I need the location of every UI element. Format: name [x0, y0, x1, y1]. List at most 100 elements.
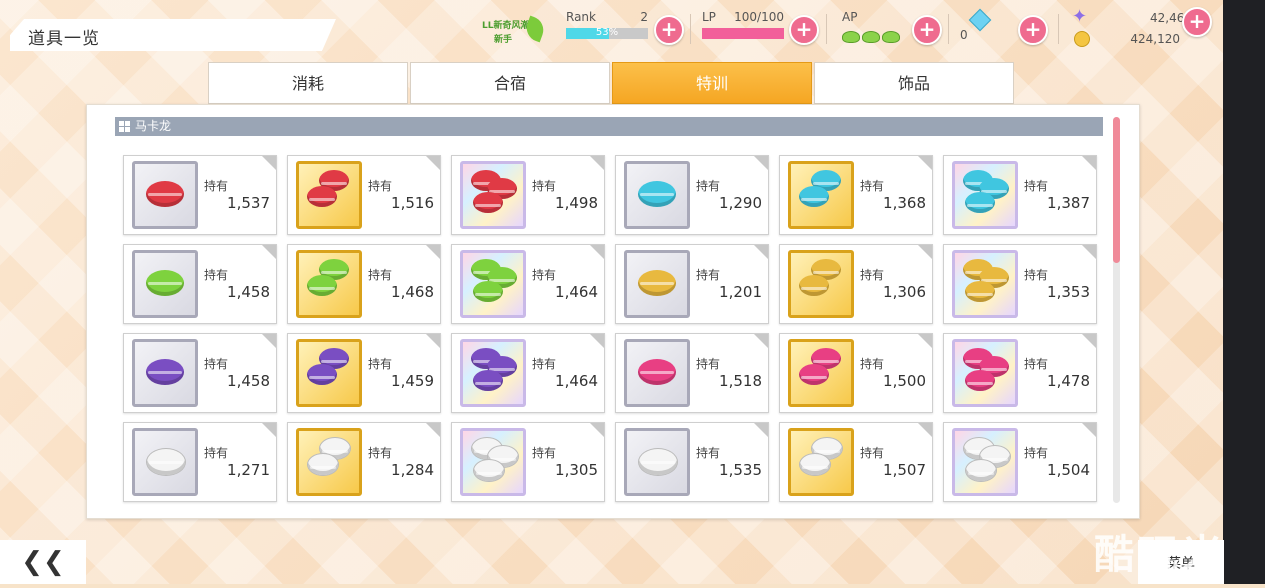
item-count: 1,507: [883, 461, 926, 479]
hold-label: 持有: [696, 357, 721, 371]
item-card[interactable]: 持有 1,271: [123, 422, 277, 502]
item-count: 1,500: [883, 372, 926, 390]
item-card[interactable]: 持有 1,387: [943, 155, 1097, 235]
expand-corner-icon: [1082, 334, 1096, 348]
expand-corner-icon: [754, 245, 768, 259]
item-card[interactable]: 持有 1,507: [779, 422, 933, 502]
item-card[interactable]: 持有 1,478: [943, 333, 1097, 413]
macaron-shape: [799, 186, 829, 207]
item-card[interactable]: 持有 1,306: [779, 244, 933, 324]
watermark: 酷玩米: [1094, 532, 1226, 578]
item-card[interactable]: 持有 1,468: [287, 244, 441, 324]
item-card[interactable]: 持有 1,353: [943, 244, 1097, 324]
gem-plus-button[interactable]: +: [1018, 15, 1048, 45]
expand-corner-icon: [426, 245, 440, 259]
hold-label: 持有: [532, 268, 557, 282]
expand-corner-icon: [590, 334, 604, 348]
macaron-shape: [307, 186, 337, 207]
macaron-icon: [296, 161, 362, 229]
item-card[interactable]: 持有 1,284: [287, 422, 441, 502]
hold-label: 持有: [1024, 179, 1049, 193]
rank-plus-button[interactable]: +: [654, 15, 684, 45]
divider: [826, 14, 827, 44]
gem-count: 0: [960, 28, 968, 42]
macaron-icon: [624, 428, 690, 496]
divider: [948, 14, 949, 44]
hold-label: 持有: [696, 446, 721, 460]
item-card[interactable]: 持有 1,504: [943, 422, 1097, 502]
macaron-icon: [952, 161, 1018, 229]
tab-special-training[interactable]: 特训: [612, 62, 812, 104]
macaron-icon: [132, 250, 198, 318]
expand-corner-icon: [262, 245, 276, 259]
grid-icon: [119, 121, 130, 132]
ap-plus-button[interactable]: +: [912, 15, 942, 45]
tab-training-camp[interactable]: 合宿: [410, 62, 610, 104]
category-tabs: 消耗 合宿 特训 饰品: [208, 62, 1016, 104]
currency-plus-button[interactable]: +: [1182, 7, 1212, 37]
expand-corner-icon: [1082, 156, 1096, 170]
item-card[interactable]: 持有 1,459: [287, 333, 441, 413]
item-count: 1,290: [719, 194, 762, 212]
back-button[interactable]: ❮❮: [0, 540, 86, 584]
item-card[interactable]: 持有 1,498: [451, 155, 605, 235]
expand-corner-icon: [426, 334, 440, 348]
tab-consumables[interactable]: 消耗: [208, 62, 408, 104]
macaron-shape: [965, 370, 995, 391]
item-count: 1,306: [883, 283, 926, 301]
expand-corner-icon: [262, 334, 276, 348]
macaron-shape: [799, 453, 831, 476]
hold-label: 持有: [696, 179, 721, 193]
item-card[interactable]: 持有 1,305: [451, 422, 605, 502]
macaron-shape: [638, 181, 676, 207]
macaron-shape: [638, 359, 676, 385]
macaron-icon: [952, 339, 1018, 407]
item-card[interactable]: 持有 1,516: [287, 155, 441, 235]
lp-plus-button[interactable]: +: [789, 15, 819, 45]
player-badge[interactable]: LL新奇风潮 新手: [480, 14, 548, 48]
item-count: 1,201: [719, 283, 762, 301]
item-count: 1,271: [227, 461, 270, 479]
item-count: 1,468: [391, 283, 434, 301]
item-card[interactable]: 持有 1,458: [123, 333, 277, 413]
item-card[interactable]: 持有 1,535: [615, 422, 769, 502]
macaron-shape: [473, 459, 505, 482]
item-card[interactable]: 持有 1,201: [615, 244, 769, 324]
macaron-icon: [788, 339, 854, 407]
expand-corner-icon: [426, 156, 440, 170]
item-count: 1,458: [227, 372, 270, 390]
item-card[interactable]: 持有 1,290: [615, 155, 769, 235]
item-count: 1,535: [719, 461, 762, 479]
expand-corner-icon: [262, 156, 276, 170]
macaron-shape: [638, 448, 678, 476]
rank-stat: Rank 2 53%: [566, 10, 648, 48]
item-card[interactable]: 持有 1,458: [123, 244, 277, 324]
expand-corner-icon: [754, 423, 768, 437]
item-card[interactable]: 持有 1,537: [123, 155, 277, 235]
tab-accessories[interactable]: 饰品: [814, 62, 1014, 104]
macaron-shape: [473, 370, 503, 391]
item-count: 1,516: [391, 194, 434, 212]
expand-corner-icon: [918, 245, 932, 259]
item-card[interactable]: 持有 1,368: [779, 155, 933, 235]
ap-stones: [842, 28, 902, 47]
scrollbar[interactable]: [1113, 117, 1120, 503]
macaron-icon: [460, 161, 526, 229]
macaron-icon: [624, 161, 690, 229]
macaron-icon: [460, 428, 526, 496]
macaron-icon: [460, 339, 526, 407]
hold-label: 持有: [368, 268, 393, 282]
item-card[interactable]: 持有 1,518: [615, 333, 769, 413]
item-card[interactable]: 持有 1,464: [451, 244, 605, 324]
item-card[interactable]: 持有 1,464: [451, 333, 605, 413]
status-bar: LL新奇风潮 新手 Rank 2 53% + LP 100/100 + AP +…: [480, 6, 1220, 48]
item-card[interactable]: 持有 1,500: [779, 333, 933, 413]
item-count: 1,459: [391, 372, 434, 390]
scrollbar-thumb[interactable]: [1113, 117, 1120, 263]
macaron-icon: [788, 428, 854, 496]
macaron-icon: [132, 428, 198, 496]
ap-stat: AP: [842, 10, 912, 48]
item-count: 1,353: [1047, 283, 1090, 301]
item-count: 1,284: [391, 461, 434, 479]
item-count: 1,458: [227, 283, 270, 301]
